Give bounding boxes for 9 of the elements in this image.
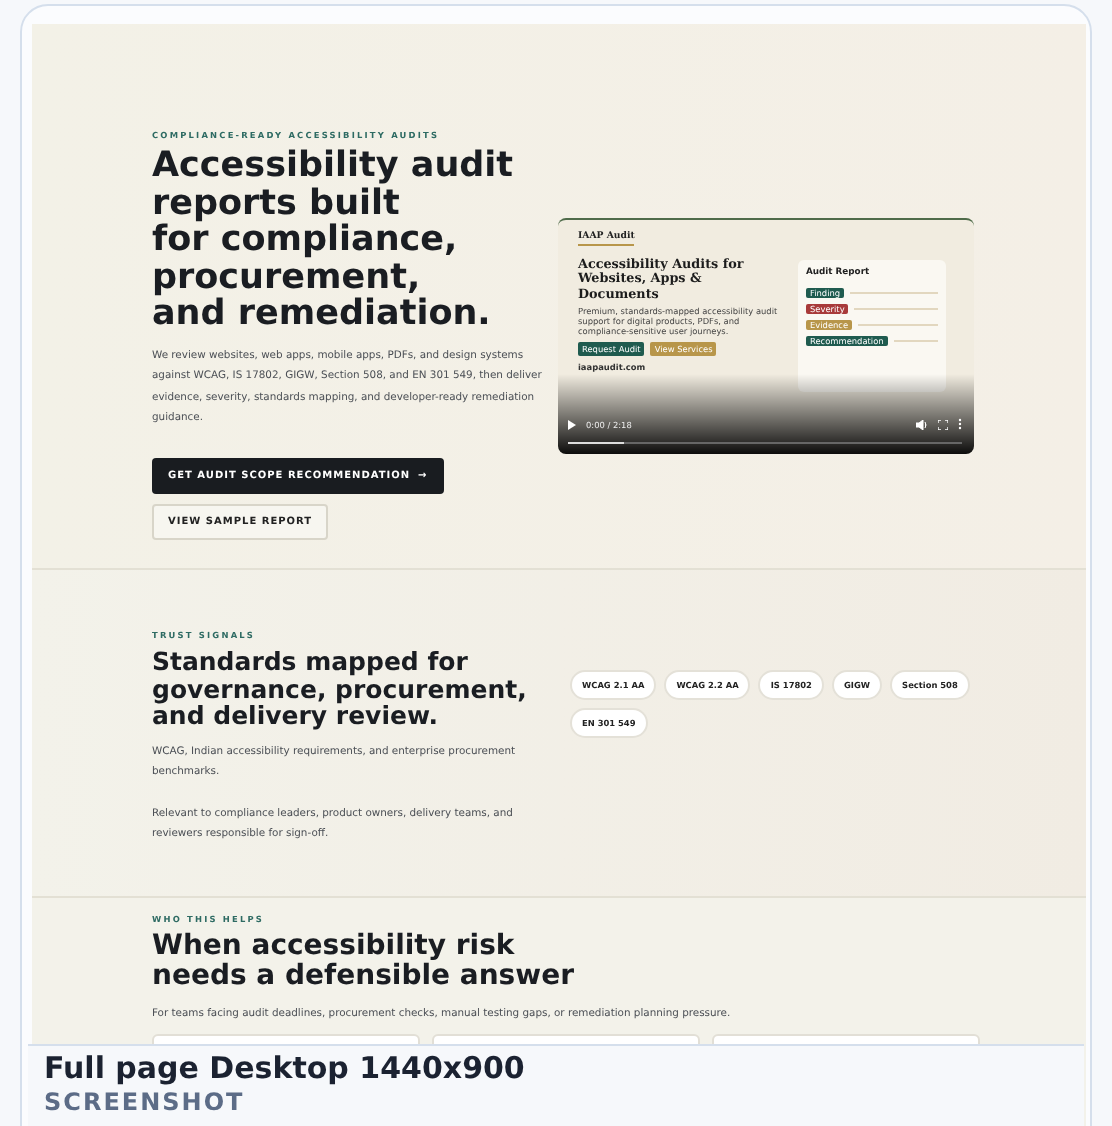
who-heading: When accessibility risk needs a defensible answer — [152, 932, 576, 992]
play-icon[interactable] — [568, 419, 576, 429]
caption-tag: SCREENSHOT — [44, 1088, 1068, 1116]
volume-icon[interactable] — [916, 419, 928, 429]
caption-title: Full page Desktop 1440x900 — [44, 1050, 527, 1086]
trust-heading: Standards mapped for governance, procurement, and delivery review. — [152, 648, 529, 729]
video-player[interactable] — [558, 218, 974, 454]
hero-heading: Accessibility audit reports built for compliance, procurement, and remediation. — [152, 148, 516, 333]
fullscreen-icon[interactable] — [938, 419, 948, 429]
